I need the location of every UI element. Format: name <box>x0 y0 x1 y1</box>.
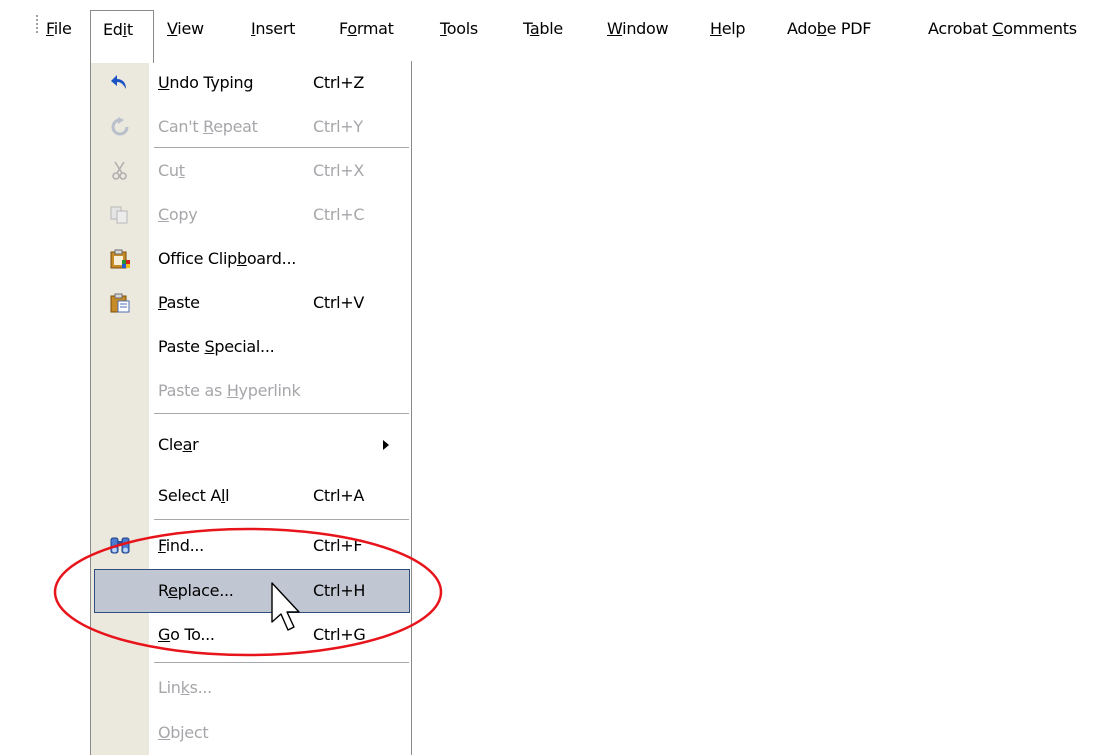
menu-adobe-pdf[interactable]: Adobe PDF <box>787 18 871 40</box>
toolbar-grip-handle[interactable] <box>36 15 38 33</box>
shortcut-label: Ctrl+Z <box>313 73 365 92</box>
shortcut-label: Ctrl+C <box>313 205 365 224</box>
menu-item-paste[interactable]: Paste Ctrl+V <box>91 281 411 325</box>
menu-item-replace[interactable]: Replace... Ctrl+H <box>91 569 411 613</box>
menu-item-clear[interactable]: Clear <box>91 423 411 467</box>
edit-menu-dropdown: Undo Typing Ctrl+Z Can't Repeat Ctrl+Y C… <box>90 61 412 755</box>
menu-item-find[interactable]: Find... Ctrl+F <box>91 524 411 568</box>
menu-separator <box>154 413 409 414</box>
menu-item-object: Object <box>158 723 209 742</box>
menu-item-select-all[interactable]: Select All Ctrl+A <box>91 474 411 518</box>
menu-item-go-to[interactable]: Go To... Ctrl+G <box>91 613 411 657</box>
shortcut-label: Ctrl+A <box>313 486 365 505</box>
menu-item-office-clipboard[interactable]: Office Clipboard... <box>91 237 411 281</box>
menu-file[interactable]: File <box>46 18 72 40</box>
shortcut-label: Ctrl+G <box>313 625 366 644</box>
menu-separator <box>154 519 409 520</box>
find-binoculars-icon <box>109 536 131 556</box>
shortcut-label: Ctrl+H <box>313 581 366 600</box>
menu-item-links: Links... <box>158 678 212 697</box>
menu-bar: File Edit View Insert Format Tools Table… <box>0 0 1109 64</box>
menu-item-highlight: Replace... Ctrl+H <box>94 569 410 613</box>
menu-table[interactable]: Table <box>523 18 563 40</box>
shortcut-label: Ctrl+Y <box>313 117 363 136</box>
menu-item-paste-as-hyperlink: Paste as Hyperlink <box>158 381 301 400</box>
copy-icon <box>109 205 131 225</box>
office-clipboard-icon <box>109 249 131 269</box>
shortcut-label: Ctrl+X <box>313 161 365 180</box>
menu-edit[interactable]: Edit <box>90 10 154 63</box>
submenu-arrow-icon <box>383 440 389 450</box>
undo-icon <box>109 73 131 93</box>
menu-view[interactable]: View <box>167 18 204 40</box>
menu-item-paste-special[interactable]: Paste Special... <box>91 325 411 369</box>
menu-separator <box>154 147 409 148</box>
menu-insert[interactable]: Insert <box>251 18 295 40</box>
menu-format[interactable]: Format <box>339 18 394 40</box>
shortcut-label: Ctrl+V <box>313 293 365 312</box>
menu-acrobat-comments[interactable]: Acrobat Comments <box>928 18 1077 40</box>
menu-item-copy: Copy Ctrl+C <box>91 193 411 237</box>
menu-window[interactable]: Window <box>607 18 669 40</box>
menu-item-cut: Cut Ctrl+X <box>91 149 411 193</box>
menu-help[interactable]: Help <box>710 18 746 40</box>
shortcut-label: Ctrl+F <box>313 536 363 555</box>
repeat-icon <box>109 117 131 137</box>
menu-tools[interactable]: Tools <box>440 18 478 40</box>
menu-item-cant-repeat: Can't Repeat Ctrl+Y <box>91 105 411 149</box>
cut-icon <box>109 161 131 181</box>
menu-item-undo-typing[interactable]: Undo Typing Ctrl+Z <box>91 61 411 105</box>
paste-icon <box>109 293 131 313</box>
menu-separator <box>154 662 409 663</box>
